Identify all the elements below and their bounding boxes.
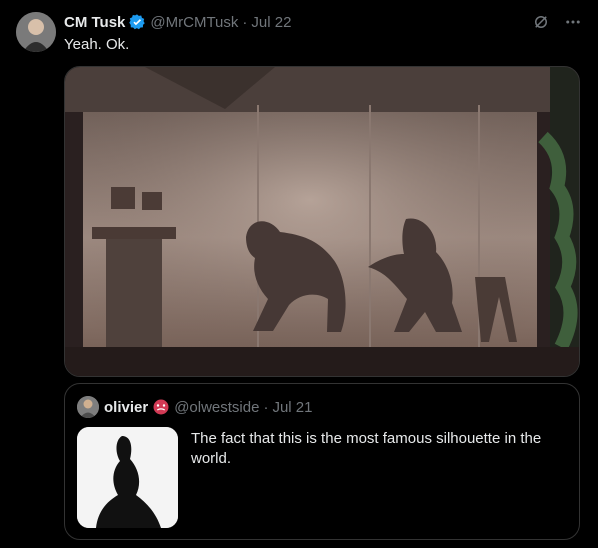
quote-handle[interactable]: @olwestside	[174, 399, 259, 416]
quote-avatar[interactable]	[77, 396, 99, 418]
tweet-text: Yeah. Ok.	[64, 36, 130, 53]
author-handle[interactable]: @MrCMTusk	[150, 14, 238, 31]
verified-badge-icon[interactable]	[128, 13, 146, 31]
quote-thumbnail[interactable]	[77, 427, 178, 528]
quote-separator: ·	[263, 398, 269, 416]
face-emoji-icon	[152, 398, 170, 416]
quote-text: The fact that this is the most famous si…	[191, 430, 542, 467]
tweet-header: CM Tusk @MrCMTusk · Jul 22	[64, 12, 291, 32]
author-name[interactable]: CM Tusk	[64, 14, 125, 31]
tweet-image[interactable]	[64, 66, 580, 377]
tweet-date[interactable]: Jul 22	[251, 14, 291, 31]
quote-date[interactable]: Jul 21	[272, 399, 312, 416]
grok-icon[interactable]	[532, 13, 550, 31]
separator: ·	[242, 13, 248, 31]
tweet-actions	[532, 13, 582, 31]
quoted-tweet[interactable]: olivier @olwestside · Jul 21 The fact th…	[64, 383, 580, 540]
author-avatar[interactable]	[16, 12, 56, 52]
more-icon[interactable]	[564, 13, 582, 31]
quote-author-name[interactable]: olivier	[104, 399, 148, 416]
quote-header: olivier @olwestside · Jul 21	[77, 396, 312, 418]
